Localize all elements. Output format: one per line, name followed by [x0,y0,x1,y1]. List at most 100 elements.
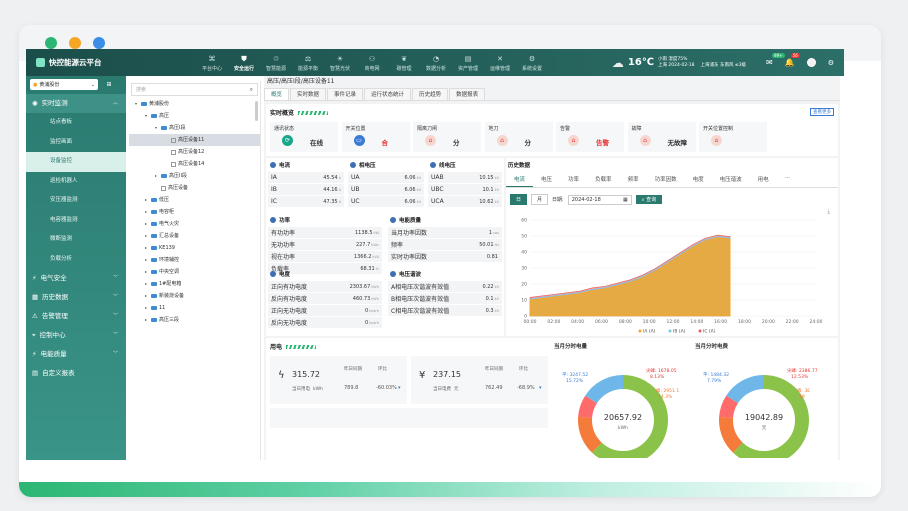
usage-sub: 当日电费元 [433,386,459,392]
tree-node[interactable]: ▸ 环境辅控 [129,254,260,266]
tab-3[interactable]: 运行状态统计 [364,88,412,100]
tab-5[interactable]: 数据报表 [449,88,486,100]
nav-item-9[interactable]: ✕ 运维管理 [484,54,516,72]
message-icon[interactable]: ✉ 99+ [766,53,785,67]
nav-item-4[interactable]: ☀ 智慧光伏 [324,54,356,72]
measurement-label: UC [351,198,360,205]
balance-icon: ⚖ [304,54,312,63]
nav-item-1[interactable]: ⛊ 安全运行 [228,54,260,72]
tree-node[interactable]: ▸ 高压三段 [129,314,260,326]
y-tick-label: 60 [521,218,527,224]
measurement-label: 实时功率因数 [391,254,428,261]
tree-node[interactable]: ▾ 黄浦股份 [129,98,260,110]
sidebar-subitem[interactable]: 巡检机器人 [26,172,126,192]
tab-2[interactable]: 事件记录 [327,88,364,100]
history-tab-1[interactable]: 电压 [533,172,560,187]
tree-node[interactable]: 高压设备14 [129,158,260,170]
month-button[interactable]: 月 [531,194,549,205]
bell-icon[interactable]: 🔔 56 [785,53,800,67]
collapse-sidebar-icon[interactable]: ⊞ [101,79,117,90]
tab-1[interactable]: 实时数据 [290,88,327,100]
y-tick-label: 30 [521,266,527,272]
nav-item-7[interactable]: ◔ 数据分析 [420,54,452,72]
status-card: 通讯状态 ⟳ 在线 [270,122,338,152]
sidebar-item-5[interactable]: ⚡ 电能质量 ﹀ [26,345,126,364]
more-tabs-icon[interactable]: ··· [777,172,798,187]
history-tab-6[interactable]: 电度 [685,172,712,187]
tree-node[interactable]: ▸ 低压 [129,194,260,206]
nav-item-10[interactable]: ⚙ 系统设置 [516,54,548,72]
window-dot-green[interactable] [45,37,57,49]
control-icon: ⌂ [711,135,722,146]
org-selector[interactable]: ● 黄浦股份 ⌄ [30,79,98,90]
nav-item-5[interactable]: ⚇ 商电网 [356,54,388,72]
date-input[interactable]: 2024-02-18 ▦ [567,194,632,205]
tree-node[interactable]: ▸ KE139 [129,242,260,254]
tree-node[interactable]: ▸ 高压II段 [129,170,260,182]
nav-item-3[interactable]: ⚖ 能源平衡 [292,54,324,72]
tree-node[interactable]: 高压设备 [129,182,260,194]
tree-node[interactable]: ▸ 汇总设备 [129,230,260,242]
prev-value: 762.49 [485,385,503,391]
tree-search-input[interactable]: 搜索 ⌕ [131,83,258,96]
tree-node[interactable]: ▾ 高压I段 [129,122,260,134]
tree-node[interactable]: ▾ 高压 [129,110,260,122]
sidebar-subitem[interactable]: 安压器监测 [26,191,126,211]
sidebar-subitem[interactable]: 站点看板 [26,113,126,133]
tree-node[interactable]: ▸ 电容柜 [129,206,260,218]
measurement-unit: kW [373,231,380,235]
sidebar-subitem[interactable]: 电容器监测 [26,211,126,231]
nav-item-0[interactable]: ⌘ 平台中心 [196,54,228,72]
tree-node[interactable]: ▸ 1#配电箱 [129,278,260,290]
sidebar-item-4[interactable]: ⌖ 控制中心 ﹀ [26,326,126,345]
tree-node[interactable]: ▸ 中央空调 [129,266,260,278]
tree-node[interactable]: ▸ 电气火灾 [129,218,260,230]
tree-node-label: KE139 [159,245,175,251]
nav-item-8[interactable]: ▤ 资产管理 [452,54,484,72]
history-tab-7[interactable]: 电压谐波 [712,172,750,187]
sidebar-subitem[interactable]: 设备监控 [26,152,126,172]
measurement-value-wrap: 10.62kV [479,198,499,205]
sidebar-item-1[interactable]: ⚡ 电气安全 ﹀ [26,269,126,288]
tree-node[interactable]: 高压设备12 [129,146,260,158]
tree-scrollbar[interactable] [255,101,258,121]
search-icon[interactable]: ⌕ [250,86,253,94]
history-tab-3[interactable]: 负载率 [587,172,620,187]
nav-item-6[interactable]: ❦ 碳管理 [388,54,420,72]
window-dot-blue[interactable] [93,37,105,49]
settings-icon[interactable]: ⚙ [828,59,834,67]
folder-icon [151,234,157,238]
sidebar-subitem[interactable]: 监控画面 [26,133,126,153]
sidebar-item-3[interactable]: ⚠ 告警管理 ﹀ [26,307,126,326]
nav-item-2[interactable]: ♲ 智慧能源 [260,54,292,72]
measurement-value: 460.73 [352,296,371,302]
folder-icon [151,306,157,310]
donut-label-high-pct: 14.3% [658,394,673,400]
avatar[interactable] [806,58,816,67]
sidebar-item-2[interactable]: ▦ 历史数据 ﹀ [26,288,126,307]
history-tab-4[interactable]: 频率 [620,172,647,187]
sidebar-subitem[interactable]: 微断监测 [26,230,126,250]
usage-sub: 当日用电 kWh [292,386,323,392]
history-tab-5[interactable]: 功率因数 [647,172,685,187]
tab-4[interactable]: 历史趋势 [412,88,449,100]
status-card: 开关位置控制 ⌂ [699,122,767,152]
view-more-button[interactable]: 查看更多 [810,108,834,116]
tree-node[interactable]: ▸ 新装烧设备 [129,290,260,302]
measurement-label: UB [351,186,360,193]
tree-node[interactable]: 高压设备11 [129,134,260,146]
day-button[interactable]: 日 [510,194,528,205]
sidebar-subitem[interactable]: 负载分析 [26,250,126,270]
history-tab-8[interactable]: 用电 [750,172,777,187]
sidebar-item-6[interactable]: ▤ 自定义报表 [26,364,126,383]
history-tab-0[interactable]: 电流 [506,172,534,187]
status-label: 告警 [560,126,571,132]
tree-node[interactable]: ▸ 11 [129,302,260,314]
window-dot-orange[interactable] [69,37,81,49]
tab-0[interactable]: 概览 [264,88,290,100]
query-button[interactable]: ⌕ 查询 [635,195,663,204]
sidebar-item-0[interactable]: ◉ 实时监测 ︿ [26,94,126,113]
history-tab-2[interactable]: 功率 [560,172,587,187]
energy-icon: ♲ [272,54,280,63]
download-icon[interactable]: ⤓ [827,208,830,216]
